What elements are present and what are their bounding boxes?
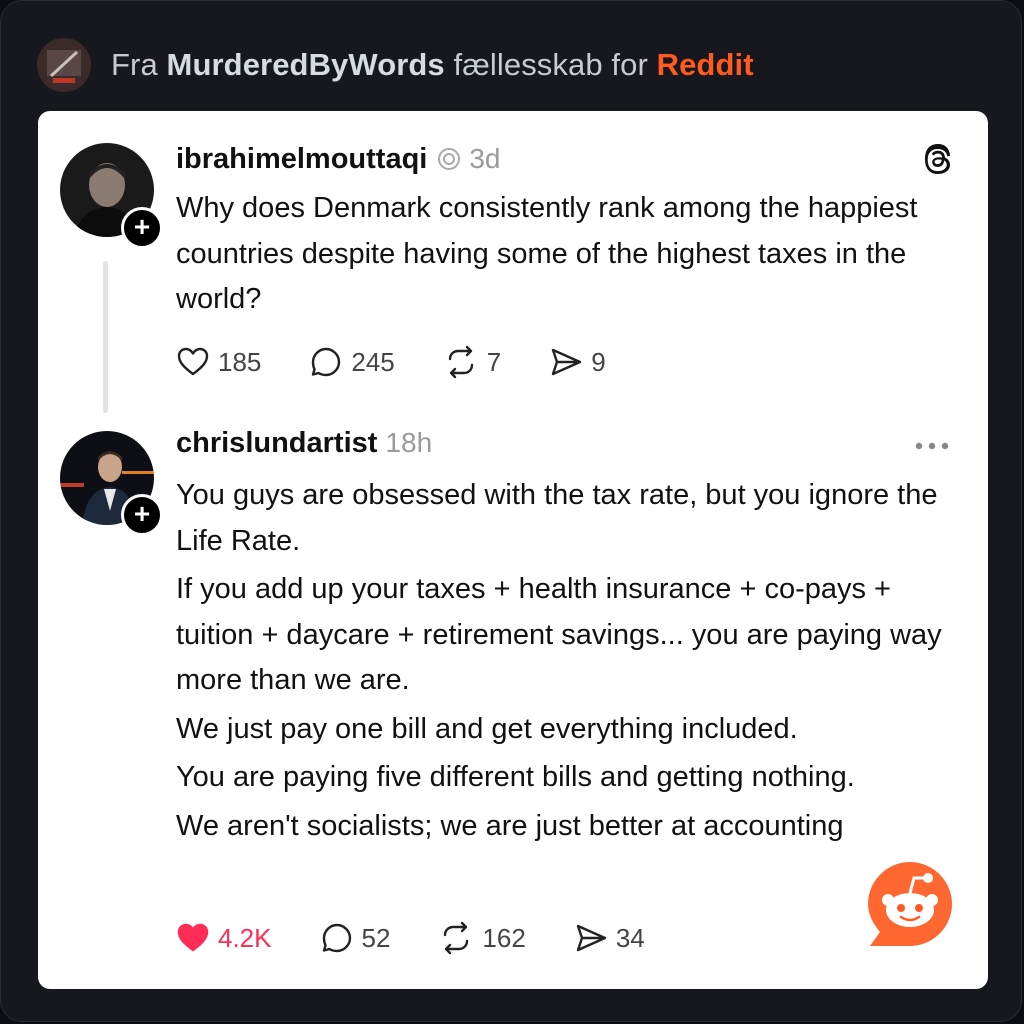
- more-icon[interactable]: [914, 441, 950, 451]
- brand-name[interactable]: Reddit: [657, 47, 754, 82]
- share-count: 34: [615, 922, 645, 953]
- post-header: chrislundartist 18h: [176, 427, 432, 460]
- post-time: 3d: [469, 143, 501, 174]
- thread-connector: [103, 261, 108, 413]
- repost-icon: [448, 345, 473, 379]
- comment-icon: [322, 923, 351, 953]
- repost-button[interactable]: 7: [443, 345, 501, 379]
- post-body: Why does Denmark consistently rank among…: [176, 186, 946, 326]
- share-button[interactable]: 9: [549, 345, 606, 379]
- community-name[interactable]: MurderedByWords: [167, 47, 445, 82]
- post-time: 18h: [385, 427, 433, 458]
- follow-plus-icon[interactable]: +: [121, 494, 163, 536]
- post-paragraph: You are paying five different bills and …: [176, 761, 855, 793]
- heart-filled-icon: [177, 923, 209, 952]
- comment-button[interactable]: 245: [309, 345, 395, 379]
- username[interactable]: chrislundartist: [176, 427, 377, 460]
- heart-icon: [177, 347, 209, 376]
- community-header-text: Fra MurderedByWords fællesskab for Reddi…: [111, 47, 754, 83]
- community-header: Fra MurderedByWords fællesskab for Reddi…: [37, 37, 985, 93]
- like-button[interactable]: 4.2K: [176, 921, 272, 955]
- post-paragraph: We just pay one bill and get everything …: [176, 712, 798, 745]
- post-header: ibrahimelmouttaqi 3d: [176, 143, 501, 176]
- community-logo[interactable]: [37, 38, 91, 92]
- comment-count: 245: [351, 346, 395, 377]
- share-button[interactable]: 34: [574, 921, 645, 955]
- reddit-snoo-icon: [868, 862, 952, 946]
- repost-icon: [444, 921, 469, 955]
- like-button[interactable]: 185: [176, 345, 261, 379]
- threads-screenshot-card: + ibrahimelmouttaqi 3d Why does Denmark …: [38, 111, 988, 989]
- post-actions: 185 245 7 9: [176, 345, 654, 379]
- verified-badge-icon: [438, 148, 461, 170]
- repost-count: 162: [482, 922, 526, 953]
- post-paragraph: We aren't socialists; we are just better…: [176, 809, 844, 842]
- comment-button[interactable]: 52: [320, 921, 391, 955]
- app-frame: Fra MurderedByWords fællesskab for Reddi…: [0, 0, 1022, 1022]
- like-count: 185: [218, 346, 262, 377]
- like-count: 4.2K: [218, 922, 272, 953]
- threads-logo-icon[interactable]: [920, 141, 956, 177]
- share-count: 9: [591, 346, 606, 377]
- post-body: You guys are obsessed with the tax rate,…: [176, 473, 946, 852]
- share-icon: [552, 348, 582, 376]
- comment-count: 52: [361, 922, 391, 953]
- post-paragraph: You guys are obsessed with the tax rate,…: [176, 479, 938, 557]
- header-middle: fællesskab for: [453, 47, 648, 82]
- follow-plus-icon[interactable]: +: [121, 207, 163, 249]
- share-icon: [576, 924, 607, 952]
- comment-icon: [312, 347, 341, 377]
- repost-button[interactable]: 162: [438, 921, 526, 955]
- post-paragraph: Why does Denmark consistently rank among…: [176, 192, 918, 315]
- header-prefix: Fra: [111, 47, 158, 82]
- post-actions: 4.2K 52 162 34: [176, 921, 693, 955]
- username[interactable]: ibrahimelmouttaqi: [176, 143, 427, 176]
- post-paragraph: If you add up your taxes + health insura…: [176, 573, 942, 696]
- repost-count: 7: [486, 346, 502, 377]
